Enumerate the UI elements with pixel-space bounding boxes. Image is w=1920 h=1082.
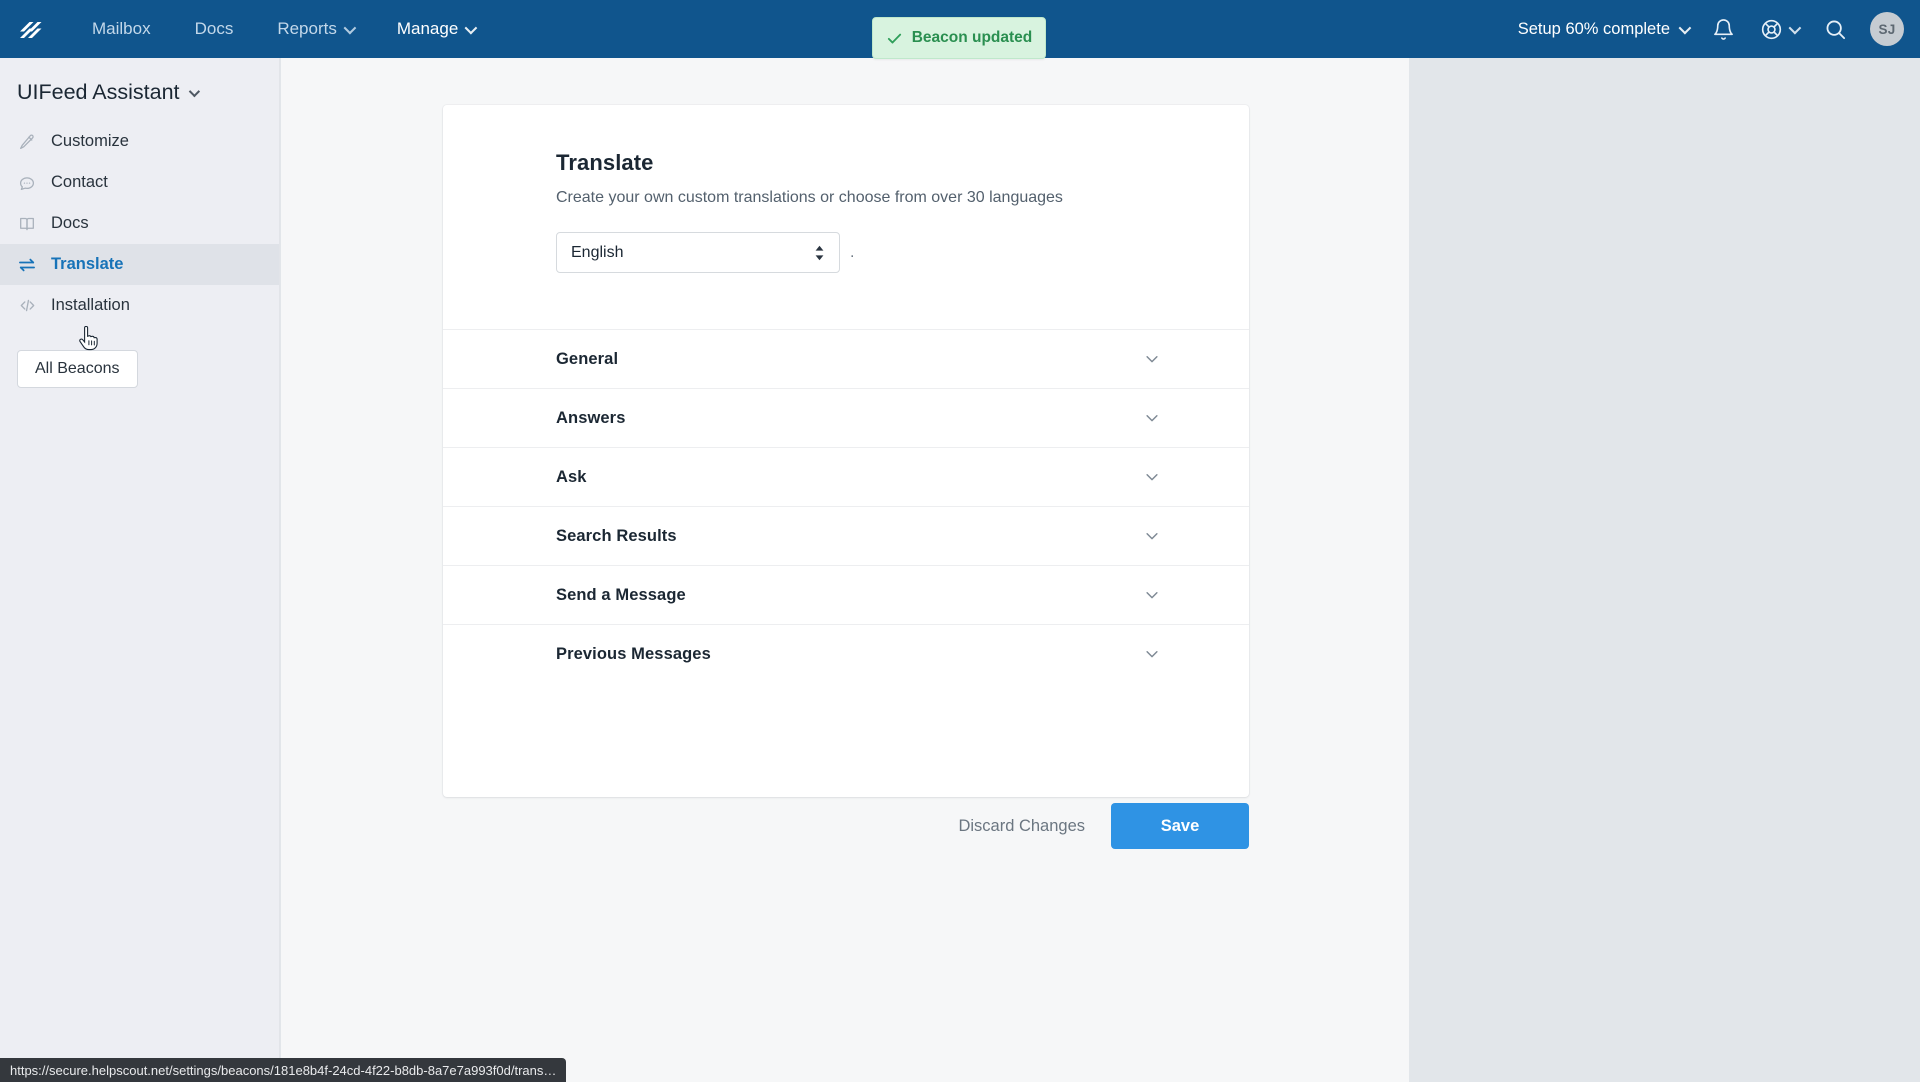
card-header: Translate Create your own custom transla…	[443, 105, 1249, 329]
accordion-section-answers-label: Answers	[556, 408, 626, 427]
accordion-section-general-label: General	[556, 349, 619, 368]
chevron-down-icon	[1788, 21, 1802, 34]
chevron-down-icon	[1143, 468, 1161, 486]
link-status-bar: https://secure.helpscout.net/settings/be…	[0, 1058, 567, 1082]
status-toast: Beacon updated	[872, 17, 1046, 59]
accordion-section-answers[interactable]: Answers	[443, 388, 1249, 447]
accordion-section-previous-messages-label: Previous Messages	[556, 644, 711, 663]
card-footer-spacer	[443, 683, 1249, 797]
nav-link-mailbox[interactable]: Mailbox	[70, 11, 173, 47]
lifebuoy-help-icon	[1761, 19, 1782, 39]
accordion-section-ask[interactable]: Ask	[443, 447, 1249, 506]
chevron-down-icon	[1143, 409, 1161, 427]
language-select-row: English .	[556, 232, 1249, 329]
save-button[interactable]: Save	[1111, 803, 1249, 849]
chevron-down-icon	[1143, 645, 1161, 663]
chevron-down-icon	[1143, 527, 1161, 545]
sidebar: UIFeed Assistant Customize Contact Docs …	[0, 58, 280, 1082]
helpscout-logo-icon[interactable]	[14, 12, 48, 46]
nav-link-manage[interactable]: Manage	[375, 11, 496, 47]
avatar[interactable]: SJ	[1870, 12, 1904, 46]
search-icon	[1826, 20, 1845, 39]
code-brackets-icon	[17, 296, 37, 316]
nav-link-docs-label: Docs	[194, 19, 234, 38]
sidebar-item-docs-label: Docs	[51, 214, 89, 232]
nav-link-manage-label: Manage	[396, 19, 459, 38]
chevron-down-icon	[343, 21, 357, 34]
beacon-name: UIFeed Assistant	[17, 80, 180, 104]
page-subtitle: Create your own custom translations or c…	[556, 189, 1063, 206]
chevron-down-icon	[1143, 586, 1161, 604]
check-icon	[886, 30, 903, 47]
sidebar-nav: Customize Contact Docs Translate Install…	[0, 121, 279, 326]
stepper-arrows-icon	[814, 245, 825, 261]
sidebar-item-customize[interactable]: Customize	[0, 121, 279, 162]
sidebar-item-contact[interactable]: Contact	[0, 162, 279, 203]
search-button[interactable]	[1810, 5, 1860, 53]
chevron-down-icon	[464, 21, 478, 34]
nav-link-mailbox-label: Mailbox	[92, 19, 151, 38]
sidebar-item-docs[interactable]: Docs	[0, 203, 279, 244]
nav-link-reports[interactable]: Reports	[255, 11, 375, 47]
discard-changes-button[interactable]: Discard Changes	[954, 809, 1089, 844]
bell-icon	[1713, 18, 1733, 40]
chevron-down-icon	[1143, 350, 1161, 368]
beacon-switcher[interactable]: UIFeed Assistant	[0, 58, 279, 115]
language-select-value: English	[571, 243, 624, 261]
chevron-down-icon	[188, 85, 200, 97]
language-trailing-text: .	[850, 243, 855, 261]
nav-link-reports-label: Reports	[277, 19, 337, 38]
chat-bubble-icon	[17, 173, 37, 193]
notifications-button[interactable]	[1698, 5, 1748, 53]
setup-progress-button[interactable]: Setup 60% complete	[1508, 12, 1698, 47]
accordion-section-search-results-label: Search Results	[556, 526, 677, 545]
primary-nav-links: Mailbox Docs Reports Manage	[70, 11, 496, 47]
nav-right-cluster: Setup 60% complete SJ	[1508, 5, 1920, 53]
pencil-icon	[17, 132, 37, 152]
language-select[interactable]: English	[556, 232, 840, 273]
sidebar-item-contact-label: Contact	[51, 173, 108, 191]
nav-link-docs[interactable]: Docs	[173, 11, 256, 47]
accordion-section-previous-messages[interactable]: Previous Messages	[443, 624, 1249, 683]
sidebar-item-customize-label: Customize	[51, 132, 129, 150]
avatar-initials: SJ	[1878, 21, 1896, 37]
sidebar-item-translate-label: Translate	[51, 255, 124, 273]
status-toast-message: Beacon updated	[911, 29, 1033, 46]
translate-settings-card: Translate Create your own custom transla…	[443, 105, 1249, 797]
chevron-down-icon	[1678, 21, 1692, 34]
setup-progress-label: Setup 60% complete	[1517, 19, 1670, 38]
book-icon	[17, 214, 37, 234]
link-status-url: https://secure.helpscout.net/settings/be…	[10, 1062, 557, 1078]
main-content-area: Translate Create your own custom transla…	[281, 58, 1409, 1082]
help-button[interactable]	[1748, 5, 1810, 53]
accordion-section-ask-label: Ask	[556, 467, 587, 486]
accordion-section-send-a-message-label: Send a Message	[556, 585, 686, 604]
accordion-section-general[interactable]: General	[443, 329, 1249, 388]
accordion-section-send-a-message[interactable]: Send a Message	[443, 565, 1249, 624]
sidebar-item-translate[interactable]: Translate	[0, 244, 279, 285]
all-beacons-label: All Beacons	[35, 360, 120, 377]
sidebar-item-installation-label: Installation	[51, 296, 130, 314]
form-actions: Discard Changes Save	[443, 803, 1249, 849]
accordion-section-search-results[interactable]: Search Results	[443, 506, 1249, 565]
all-beacons-button[interactable]: All Beacons	[17, 350, 138, 388]
page-title: Translate	[556, 150, 654, 175]
translate-arrows-icon	[17, 255, 37, 275]
sidebar-item-installation[interactable]: Installation	[0, 285, 279, 326]
